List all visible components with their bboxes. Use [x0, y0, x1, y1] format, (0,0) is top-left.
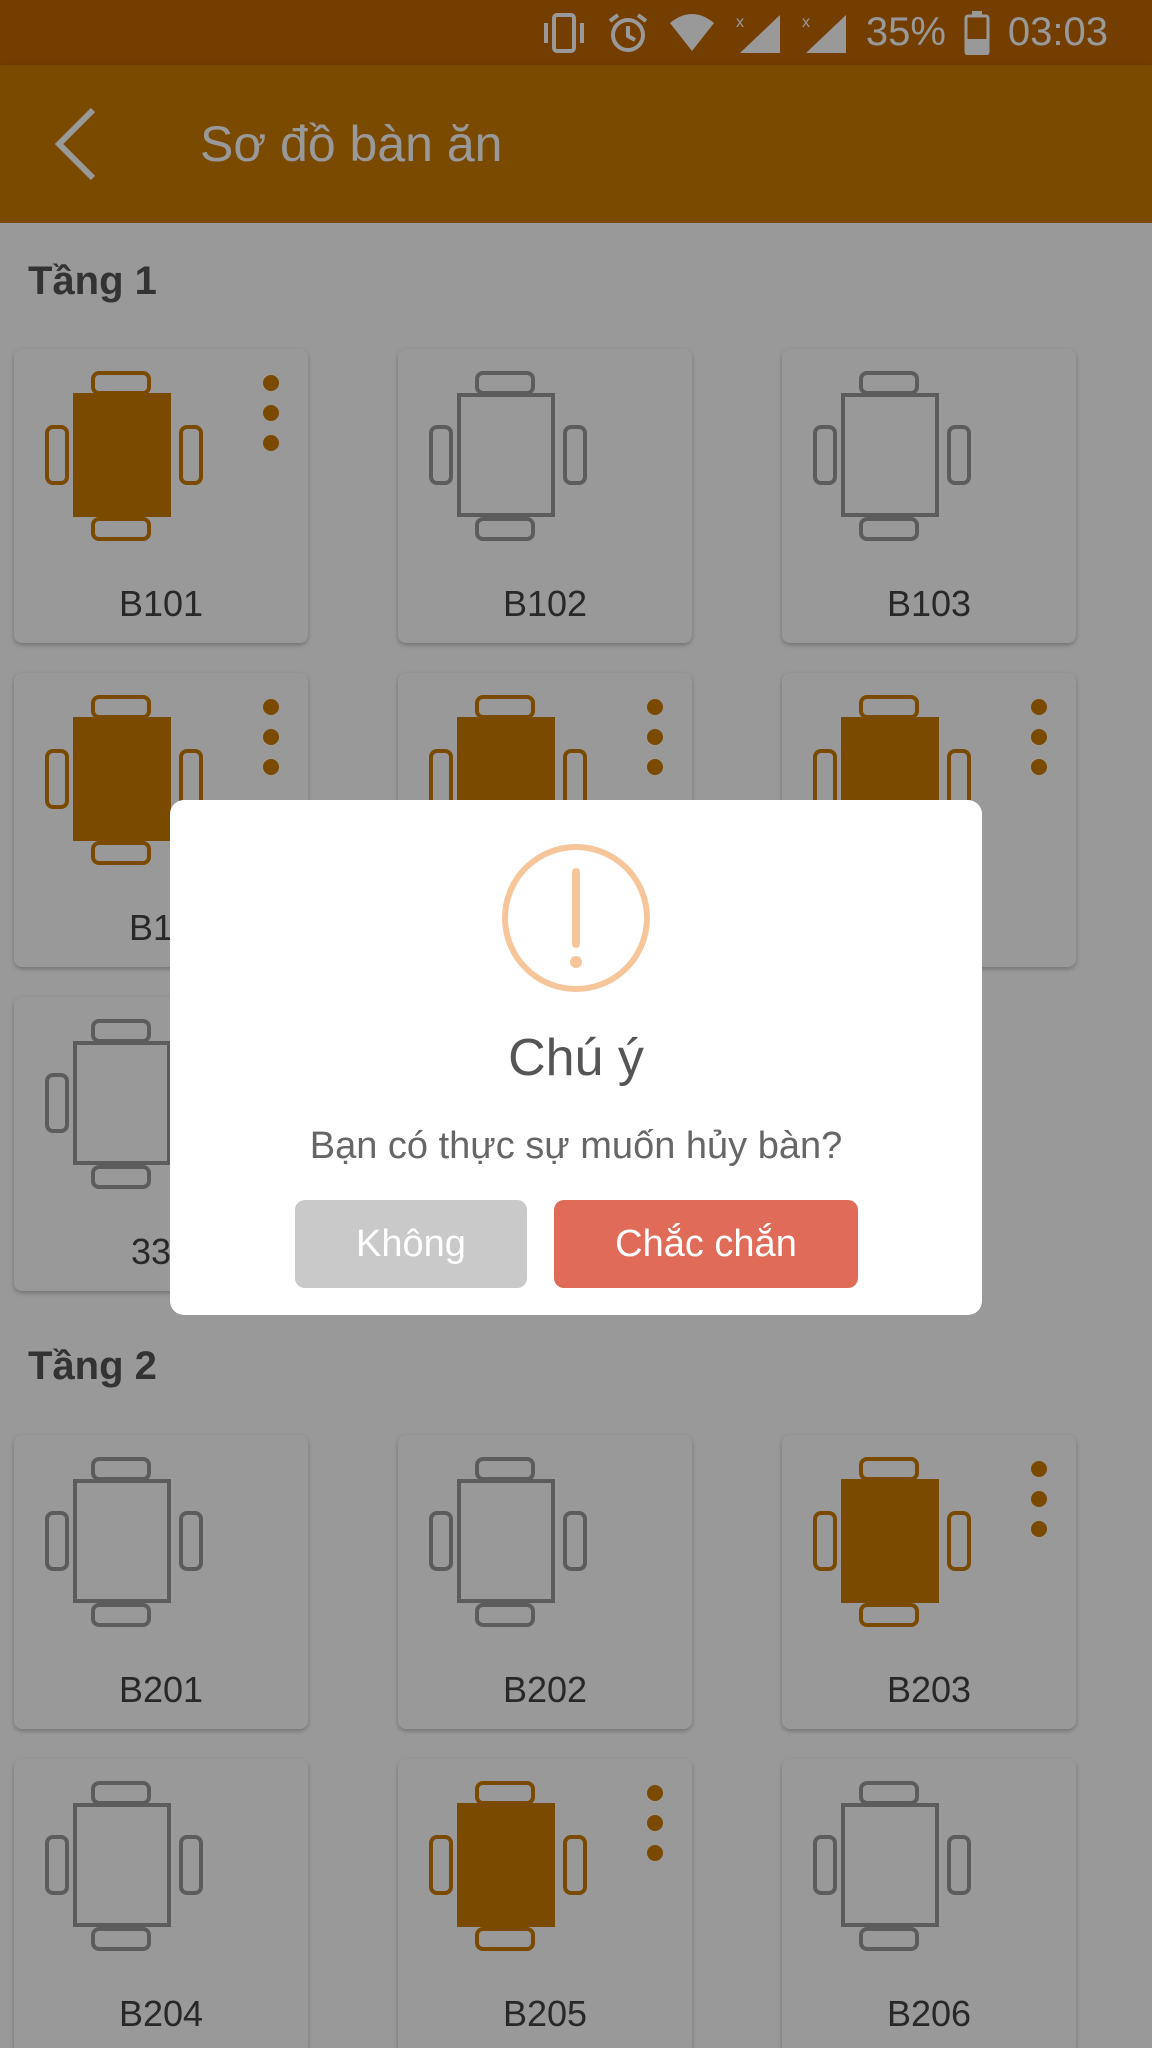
- confirm-button[interactable]: Chắc chắn: [554, 1200, 858, 1288]
- cancel-button[interactable]: Không: [295, 1200, 527, 1288]
- confirm-dialog: Chú ý Bạn có thực sự muốn hủy bàn? Không…: [170, 800, 982, 1315]
- dialog-message: Bạn có thực sự muốn hủy bàn?: [309, 1125, 843, 1167]
- dialog-title: Chú ý: [508, 1029, 644, 1087]
- warning-icon: [502, 844, 650, 992]
